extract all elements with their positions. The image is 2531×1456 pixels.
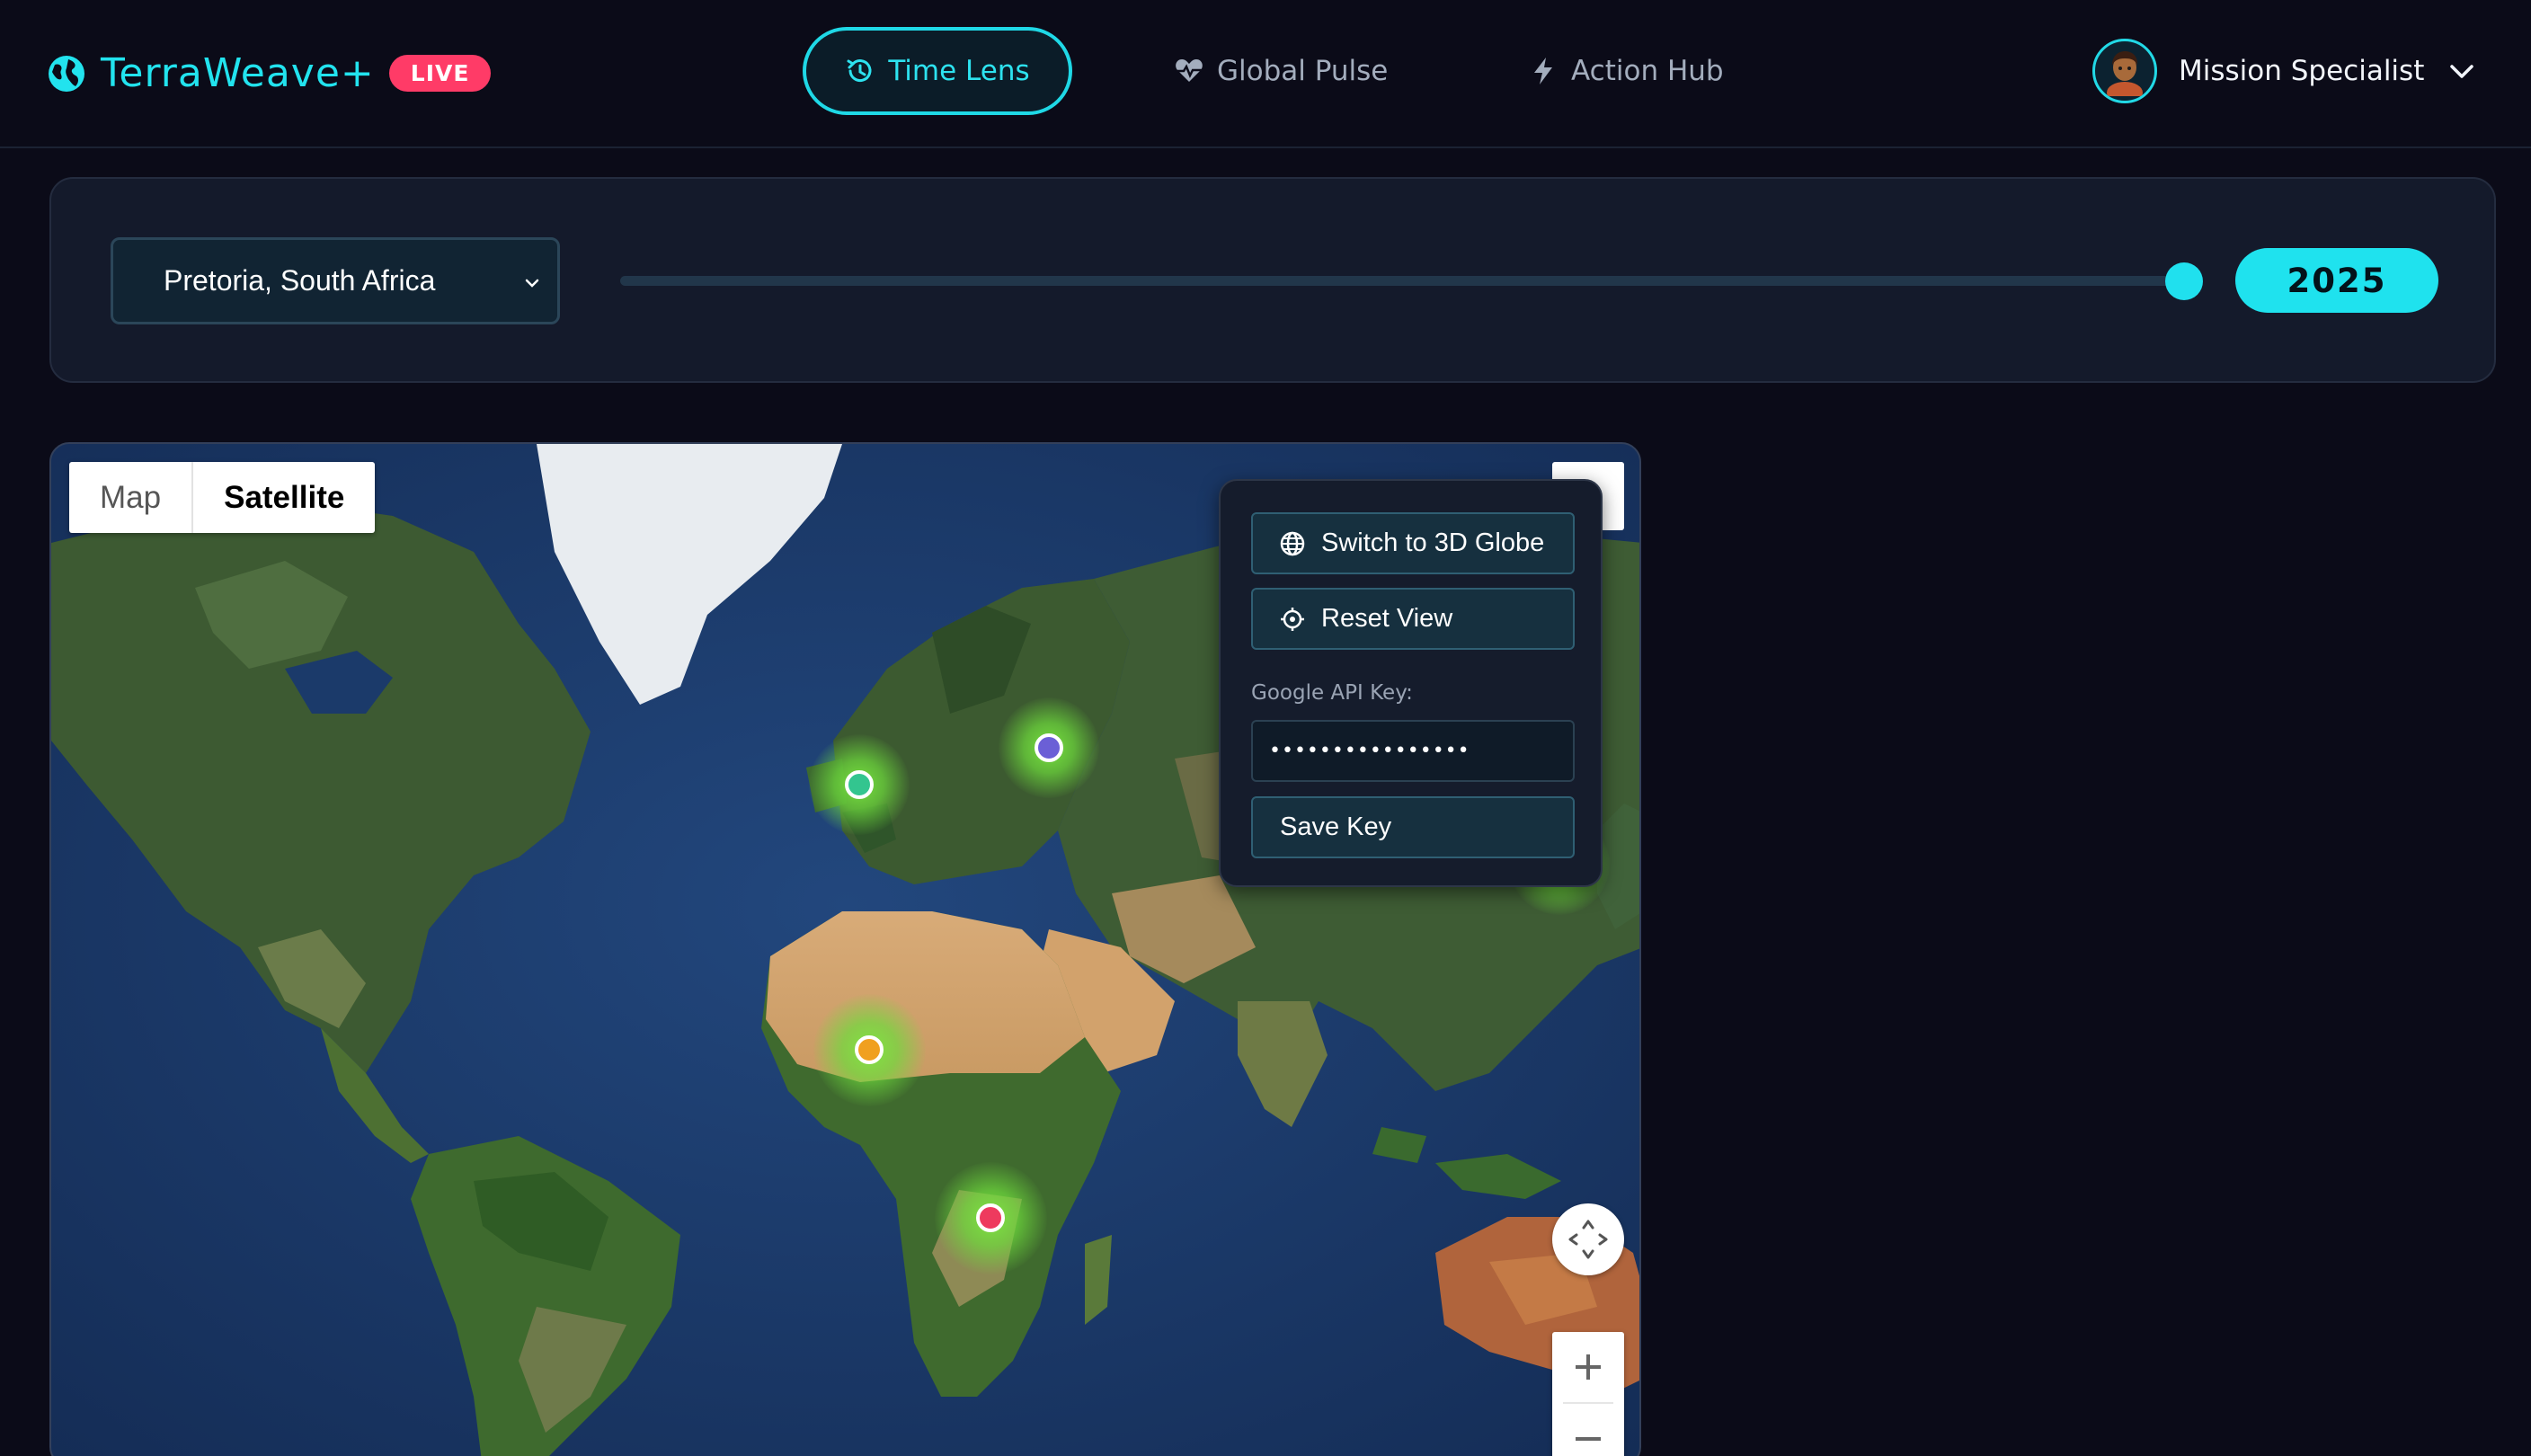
- crosshair-icon: [1281, 607, 1304, 631]
- reset-view-button[interactable]: Reset View: [1251, 588, 1575, 650]
- tab-action-hub[interactable]: Action Hub: [1528, 27, 1724, 115]
- marker-southern-africa[interactable]: [976, 1203, 1005, 1232]
- globe-icon: [1280, 531, 1305, 555]
- marker-eastern-europe[interactable]: [1035, 733, 1063, 762]
- avatar[interactable]: [2092, 39, 2157, 103]
- location-select[interactable]: Pretoria, South Africa: [111, 237, 560, 324]
- chevron-down-icon[interactable]: [2447, 57, 2476, 85]
- api-key-label: Google API Key:: [1251, 681, 1413, 705]
- map-type-satellite[interactable]: Satellite: [193, 462, 375, 533]
- save-key-button[interactable]: Save Key: [1251, 796, 1575, 858]
- location-select-value: Pretoria, South Africa: [164, 264, 436, 297]
- reset-view-label: Reset View: [1321, 604, 1453, 633]
- time-control-panel: Pretoria, South Africa 2025: [49, 177, 2496, 383]
- zoom-control: [1552, 1332, 1624, 1456]
- minus-icon: [1576, 1437, 1601, 1441]
- bolt-icon: [1534, 58, 1552, 84]
- zoom-out-button[interactable]: [1552, 1404, 1624, 1456]
- switch-3d-globe-label: Switch to 3D Globe: [1321, 528, 1545, 557]
- user-name: Mission Specialist: [2179, 55, 2425, 87]
- tab-time-lens[interactable]: Time Lens: [803, 27, 1072, 115]
- year-slider-handle[interactable]: [2165, 262, 2203, 300]
- map-type-map[interactable]: Map: [69, 462, 194, 533]
- person-icon: [2107, 51, 2143, 96]
- map-type-control: Map Satellite: [69, 462, 376, 533]
- switch-3d-globe-button[interactable]: Switch to 3D Globe: [1251, 512, 1575, 574]
- year-display: 2025: [2235, 248, 2438, 313]
- camera-control-button[interactable]: [1552, 1203, 1624, 1275]
- brand[interactable]: TerraWeave+ LIVE: [47, 50, 492, 96]
- pan-arrows-icon: [1568, 1220, 1608, 1259]
- tab-global-pulse[interactable]: Global Pulse: [1174, 27, 1388, 115]
- brand-name: TerraWeave+: [101, 50, 375, 96]
- globe-icon: [49, 55, 84, 92]
- live-badge: LIVE: [388, 55, 492, 92]
- save-key-label: Save Key: [1280, 812, 1392, 841]
- zoom-in-button[interactable]: [1552, 1332, 1624, 1402]
- api-key-input[interactable]: ••••••••••••••••: [1251, 720, 1575, 782]
- top-navigation-bar: TerraWeave+ LIVE Time Lens Global Pulse …: [0, 0, 2531, 148]
- marker-west-africa[interactable]: [855, 1035, 884, 1064]
- user-menu[interactable]: Mission Specialist: [2092, 39, 2476, 103]
- tab-global-pulse-label: Global Pulse: [1217, 55, 1389, 87]
- plus-icon: [1576, 1354, 1601, 1380]
- tab-time-lens-label: Time Lens: [888, 55, 1030, 87]
- map-settings-panel: Switch to 3D Globe Reset View Google API…: [1219, 479, 1603, 887]
- tab-action-hub-label: Action Hub: [1571, 55, 1724, 87]
- heart-pulse-icon: [1176, 59, 1203, 82]
- chevron-down-icon: [525, 279, 539, 288]
- history-icon: [847, 59, 872, 83]
- year-slider-track[interactable]: [620, 276, 2189, 286]
- marker-western-europe[interactable]: [845, 770, 874, 799]
